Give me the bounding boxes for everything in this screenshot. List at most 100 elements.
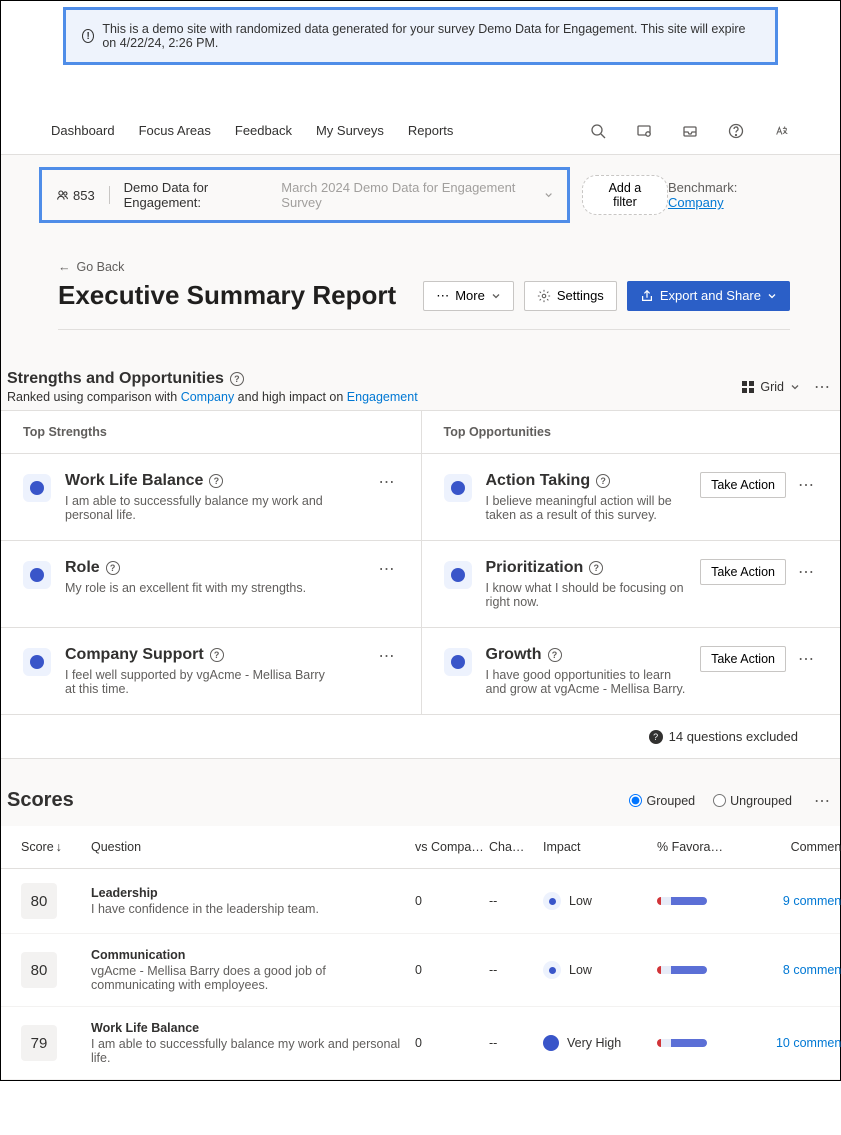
- comments-link[interactable]: 10 comments: [751, 1036, 841, 1050]
- take-action-button[interactable]: Take Action: [700, 559, 786, 585]
- export-button[interactable]: Export and Share: [627, 281, 790, 311]
- strength-title-text: Work Life Balance: [65, 472, 203, 490]
- vs-company-cell: 0: [415, 963, 485, 977]
- nav-dashboard[interactable]: Dashboard: [51, 123, 115, 138]
- strength-title: Work Life Balance?: [65, 472, 361, 490]
- ungrouped-radio-input[interactable]: [713, 794, 726, 807]
- survey-selector[interactable]: Demo Data for Engagement: March 2024 Dem…: [124, 180, 553, 210]
- device-icon[interactable]: [636, 123, 652, 139]
- respondent-count-value: 853: [73, 188, 95, 203]
- col-comments[interactable]: Comments: [751, 840, 841, 854]
- dots-icon: ⋯: [436, 288, 449, 304]
- so-col-opportunities: Top Opportunities: [421, 411, 841, 454]
- opportunity-desc: I believe meaningful action will be take…: [486, 494, 687, 522]
- col-score[interactable]: Score↓: [21, 840, 87, 854]
- nav-feedback[interactable]: Feedback: [235, 123, 292, 138]
- more-icon[interactable]: ⋯: [375, 559, 399, 579]
- more-icon[interactable]: ⋯: [375, 646, 399, 666]
- survey-label: Demo Data for Engagement:: [124, 180, 278, 210]
- more-button[interactable]: ⋯ More: [423, 281, 514, 311]
- chevron-down-icon: [767, 291, 777, 301]
- favorable-bar: [657, 897, 707, 905]
- help-icon[interactable]: ?: [589, 561, 603, 575]
- so-sub-mid: and high impact on: [234, 390, 347, 404]
- export-label: Export and Share: [660, 288, 761, 303]
- category-icon: [23, 648, 51, 676]
- category-icon: [444, 648, 472, 676]
- more-icon[interactable]: ⋯: [810, 791, 834, 811]
- more-icon[interactable]: ⋯: [810, 377, 834, 397]
- col-question[interactable]: Question: [91, 840, 411, 854]
- nav-focus-areas[interactable]: Focus Areas: [139, 123, 211, 138]
- category-icon: [444, 474, 472, 502]
- benchmark-link[interactable]: Company: [668, 195, 724, 210]
- help-icon[interactable]: ?: [209, 474, 223, 488]
- chevron-down-icon: [790, 382, 800, 392]
- opportunity-title: Growth?: [486, 646, 687, 664]
- add-filter-button[interactable]: Add a filter: [582, 175, 668, 215]
- so-sub-engagement-link[interactable]: Engagement: [347, 390, 418, 404]
- benchmark: Benchmark: Company: [668, 180, 790, 210]
- go-back-link[interactable]: ← Go Back: [58, 260, 124, 274]
- opportunity-desc: I know what I should be focusing on righ…: [486, 581, 687, 609]
- translate-icon[interactable]: [774, 123, 790, 139]
- settings-button[interactable]: Settings: [524, 281, 617, 311]
- gear-icon: [537, 289, 551, 303]
- favorable-cell: [657, 1039, 747, 1047]
- comments-link[interactable]: 9 comments: [751, 894, 841, 908]
- help-icon[interactable]: ?: [230, 372, 244, 386]
- grouped-radio[interactable]: Grouped: [629, 794, 695, 808]
- opportunity-desc: I have good opportunities to learn and g…: [486, 668, 687, 696]
- so-title-text: Strengths and Opportunities: [7, 370, 224, 388]
- score-badge: 79: [21, 1025, 57, 1061]
- ungrouped-label: Ungrouped: [730, 794, 792, 808]
- impact-cell: Low: [543, 961, 653, 979]
- search-icon[interactable]: [590, 123, 606, 139]
- strength-card: Company Support? I feel well supported b…: [1, 628, 421, 715]
- more-icon[interactable]: ⋯: [794, 562, 818, 582]
- excluded-questions[interactable]: ? 14 questions excluded: [1, 715, 840, 759]
- strength-desc: My role is an excellent fit with my stre…: [65, 581, 325, 595]
- category-icon: [23, 474, 51, 502]
- col-favorable[interactable]: % Favora…: [657, 840, 747, 854]
- inbox-icon[interactable]: [682, 123, 698, 139]
- so-section-header: Strengths and Opportunities ? Ranked usi…: [1, 348, 840, 410]
- comments-link[interactable]: 8 comments: [751, 963, 841, 977]
- help-icon[interactable]: ?: [548, 648, 562, 662]
- table-row: 79Work Life BalanceI am able to successf…: [1, 1007, 840, 1080]
- col-change[interactable]: Cha…: [489, 840, 539, 854]
- ungrouped-radio[interactable]: Ungrouped: [713, 794, 792, 808]
- nav-icons: [590, 123, 790, 139]
- col-impact[interactable]: Impact: [543, 840, 653, 854]
- impact-label: Very High: [567, 1036, 621, 1050]
- grouped-radio-input[interactable]: [629, 794, 642, 807]
- help-icon[interactable]: ?: [210, 648, 224, 662]
- demo-banner-text: This is a demo site with randomized data…: [102, 22, 759, 50]
- more-icon[interactable]: ⋯: [794, 475, 818, 495]
- more-icon[interactable]: ⋯: [794, 649, 818, 669]
- take-action-button[interactable]: Take Action: [700, 472, 786, 498]
- col-vs-company[interactable]: vs Compa…: [415, 840, 485, 854]
- take-action-button[interactable]: Take Action: [700, 646, 786, 672]
- so-sub-company-link[interactable]: Company: [181, 390, 235, 404]
- opportunity-card: Growth? I have good opportunities to lea…: [421, 628, 841, 715]
- header-actions: ⋯ More Settings Export and Share: [423, 281, 790, 311]
- help-icon[interactable]: ?: [596, 474, 610, 488]
- scores-header: Scores Grouped Ungrouped ⋯: [1, 759, 840, 826]
- help-icon[interactable]: ?: [106, 561, 120, 575]
- grid-view-toggle[interactable]: Grid: [742, 380, 800, 394]
- share-icon: [640, 289, 654, 303]
- help-icon[interactable]: [728, 123, 744, 139]
- nav-my-surveys[interactable]: My Surveys: [316, 123, 384, 138]
- grid-icon: [742, 381, 754, 393]
- grouping-radio: Grouped Ungrouped ⋯: [629, 791, 834, 811]
- favorable-bar: [657, 1039, 707, 1047]
- question-desc: vgAcme - Mellisa Barry does a good job o…: [91, 964, 411, 992]
- nav-reports[interactable]: Reports: [408, 123, 454, 138]
- strength-card: Work Life Balance? I am able to successf…: [1, 454, 421, 541]
- more-icon[interactable]: ⋯: [375, 472, 399, 492]
- opportunity-title-text: Growth: [486, 646, 542, 664]
- vs-company-cell: 0: [415, 894, 485, 908]
- divider: [58, 329, 790, 330]
- question-title: Work Life Balance: [91, 1021, 411, 1035]
